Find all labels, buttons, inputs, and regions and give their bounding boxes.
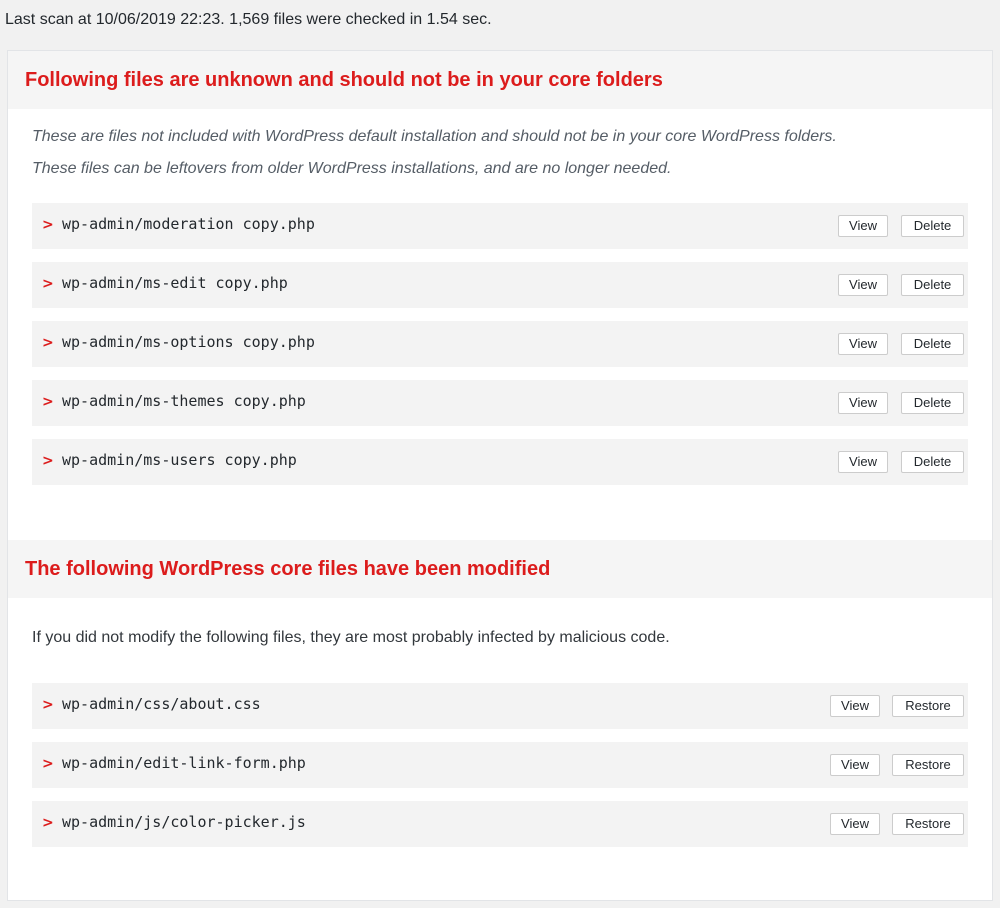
- file-path: wp-admin/ms-themes copy.php: [62, 392, 306, 410]
- unknown-file-row[interactable]: > wp-admin/ms-options copy.php View Dele…: [32, 321, 968, 367]
- file-path: wp-admin/moderation copy.php: [62, 215, 315, 233]
- view-button[interactable]: View: [838, 333, 888, 355]
- scan-status-text: Last scan at 10/06/2019 22:23. 1,569 fil…: [5, 11, 492, 28]
- chevron-right-icon: >: [42, 335, 54, 351]
- file-path: wp-admin/ms-options copy.php: [62, 333, 315, 351]
- file-path: wp-admin/ms-users copy.php: [62, 451, 297, 469]
- modified-file-row[interactable]: > wp-admin/js/color-picker.js View Resto…: [32, 801, 968, 847]
- unknown-file-row[interactable]: > wp-admin/ms-users copy.php View Delete: [32, 439, 968, 485]
- modified-files-description: If you did not modify the following file…: [32, 629, 670, 646]
- view-button[interactable]: View: [838, 392, 888, 414]
- delete-button[interactable]: Delete: [901, 451, 964, 473]
- file-path: wp-admin/js/color-picker.js: [62, 813, 306, 831]
- unknown-file-row[interactable]: > wp-admin/ms-edit copy.php View Delete: [32, 262, 968, 308]
- view-button[interactable]: View: [838, 451, 888, 473]
- view-button[interactable]: View: [830, 754, 880, 776]
- delete-button[interactable]: Delete: [901, 274, 964, 296]
- chevron-right-icon: >: [42, 756, 54, 772]
- chevron-right-icon: >: [42, 697, 54, 713]
- delete-button[interactable]: Delete: [901, 392, 964, 414]
- unknown-files-description-1: These are files not included with WordPr…: [32, 128, 837, 145]
- chevron-right-icon: >: [42, 815, 54, 831]
- modified-file-row[interactable]: > wp-admin/edit-link-form.php View Resto…: [32, 742, 968, 788]
- file-path: wp-admin/css/about.css: [62, 695, 261, 713]
- unknown-files-header: Following files are unknown and should n…: [8, 51, 992, 109]
- chevron-right-icon: >: [42, 276, 54, 292]
- delete-button[interactable]: Delete: [901, 215, 964, 237]
- unknown-file-row[interactable]: > wp-admin/moderation copy.php View Dele…: [32, 203, 968, 249]
- unknown-file-row[interactable]: > wp-admin/ms-themes copy.php View Delet…: [32, 380, 968, 426]
- chevron-right-icon: >: [42, 394, 54, 410]
- modified-files-title: The following WordPress core files have …: [25, 558, 551, 580]
- view-button[interactable]: View: [838, 274, 888, 296]
- view-button[interactable]: View: [838, 215, 888, 237]
- view-button[interactable]: View: [830, 695, 880, 717]
- modified-file-row[interactable]: > wp-admin/css/about.css View Restore: [32, 683, 968, 729]
- scan-results-panel: Following files are unknown and should n…: [7, 50, 993, 901]
- unknown-files-title: Following files are unknown and should n…: [25, 69, 663, 91]
- chevron-right-icon: >: [42, 453, 54, 469]
- restore-button[interactable]: Restore: [892, 813, 964, 835]
- restore-button[interactable]: Restore: [892, 754, 964, 776]
- file-path: wp-admin/ms-edit copy.php: [62, 274, 288, 292]
- modified-files-header: The following WordPress core files have …: [8, 540, 992, 598]
- view-button[interactable]: View: [830, 813, 880, 835]
- chevron-right-icon: >: [42, 217, 54, 233]
- file-path: wp-admin/edit-link-form.php: [62, 754, 306, 772]
- unknown-files-description-2: These files can be leftovers from older …: [32, 160, 672, 177]
- restore-button[interactable]: Restore: [892, 695, 964, 717]
- delete-button[interactable]: Delete: [901, 333, 964, 355]
